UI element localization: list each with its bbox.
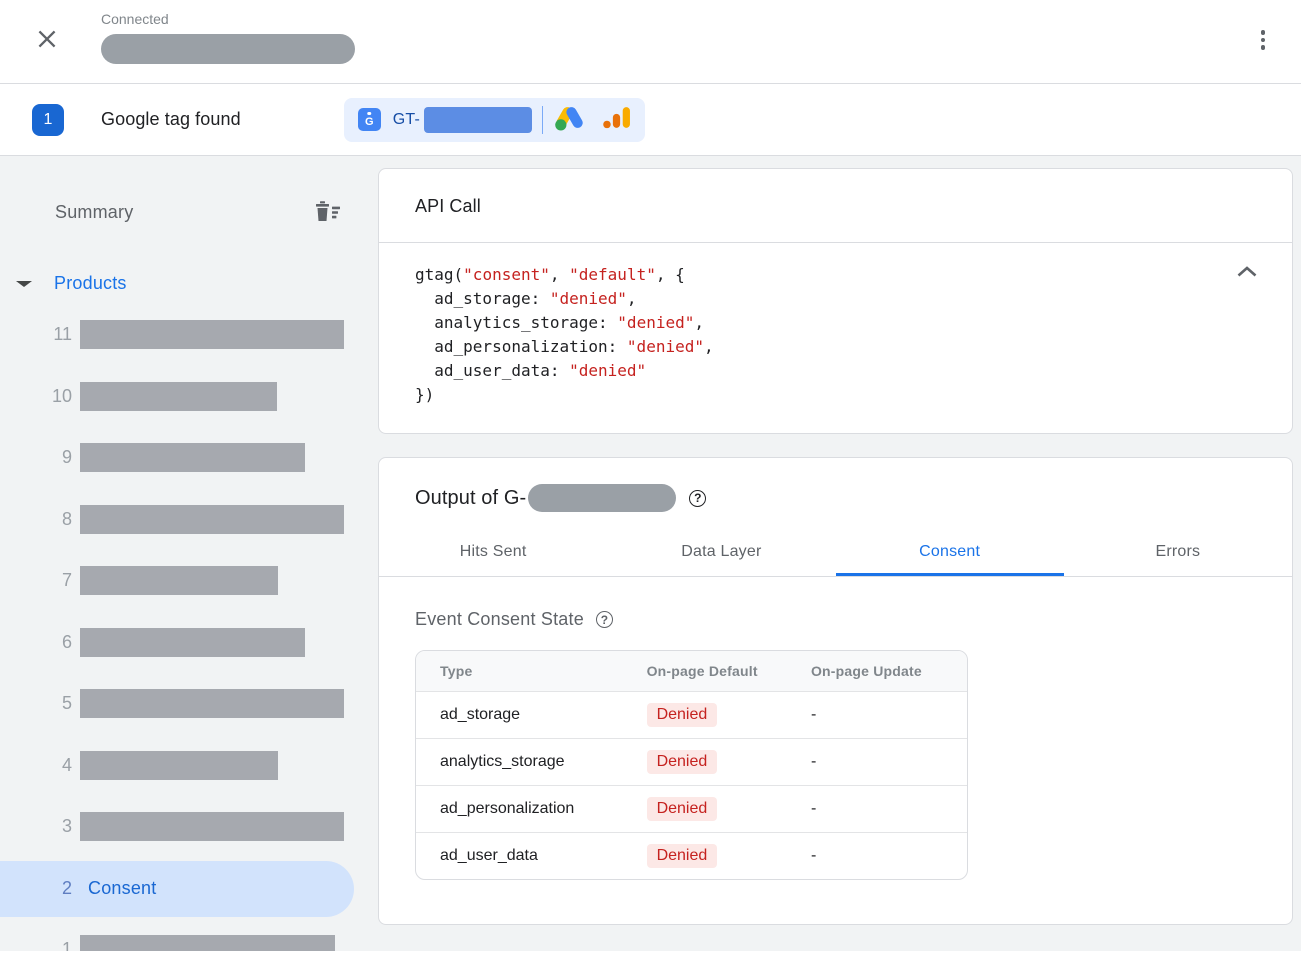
google-tag-found-title: Google tag found (101, 109, 241, 130)
redacted-label (80, 566, 278, 595)
redacted-label (80, 505, 344, 534)
sidebar-item-1[interactable]: 1 (0, 919, 378, 952)
sidebar-item-8[interactable]: 8 (0, 489, 378, 551)
help-icon: ? (601, 614, 608, 626)
column-header-type: Type (416, 651, 623, 691)
consent-state-table: Type On-page Default On-page Update ad_s… (415, 650, 968, 880)
redacted-label (80, 382, 277, 411)
consent-state-help-button[interactable]: ? (596, 611, 613, 628)
redacted-label (80, 812, 344, 841)
close-icon (34, 26, 60, 55)
chevron-down-icon (16, 281, 32, 287)
tab-hits-sent[interactable]: Hits Sent (379, 528, 607, 576)
products-section-toggle[interactable]: Products (16, 273, 378, 294)
api-call-card: API Call gtag("consent", "default", { ad… (378, 168, 1293, 434)
sidebar-item-3[interactable]: 3 (0, 796, 378, 858)
sidebar-item-9[interactable]: 9 (0, 427, 378, 489)
status-badge: Denied (647, 750, 718, 774)
update-value: - (787, 832, 967, 879)
tab-errors[interactable]: Errors (1064, 528, 1292, 576)
sidebar-item-4[interactable]: 4 (0, 735, 378, 797)
sidebar-item-11[interactable]: 11 (0, 304, 378, 366)
table-header-row: Type On-page Default On-page Update (416, 651, 967, 691)
redacted-label (80, 751, 278, 780)
column-header-default: On-page Default (623, 651, 787, 691)
table-row: ad_user_data Denied - (416, 832, 967, 879)
event-consent-state-title: Event Consent State (415, 609, 584, 630)
api-call-title: API Call (379, 169, 1292, 243)
table-row: ad_personalization Denied - (416, 785, 967, 832)
consent-type: ad_personalization (416, 785, 623, 832)
consent-type: ad_user_data (416, 832, 623, 879)
step-number-badge: 1 (32, 104, 64, 136)
redacted-label (80, 935, 335, 951)
status-badge: Denied (647, 703, 718, 727)
products-list: 11 10 9 8 7 6 (0, 304, 378, 951)
consent-type: ad_storage (416, 691, 623, 738)
sidebar-item-6[interactable]: 6 (0, 612, 378, 674)
content-area: Summary Products 1 (0, 156, 1301, 951)
table-row: analytics_storage Denied - (416, 738, 967, 785)
output-card: Output of G- ? Hits Sent Data Layer Cons… (378, 457, 1293, 925)
redacted-label (80, 443, 305, 472)
tab-consent[interactable]: Consent (836, 528, 1064, 576)
update-value: - (787, 785, 967, 832)
update-value: - (787, 738, 967, 785)
close-button[interactable] (33, 26, 61, 54)
output-tabs: Hits Sent Data Layer Consent Errors (379, 528, 1292, 577)
redacted-label (80, 689, 344, 718)
output-title: Output of G- (415, 487, 526, 510)
update-value: - (787, 691, 967, 738)
sidebar-item-consent[interactable]: 2 Consent (0, 861, 354, 917)
table-row: ad_storage Denied - (416, 691, 967, 738)
column-header-update: On-page Update (787, 651, 967, 691)
redacted-label (80, 628, 305, 657)
sidebar-item-7[interactable]: 7 (0, 550, 378, 612)
delete-sweep-icon (312, 198, 342, 227)
google-tag-chip[interactable]: G GT- (344, 98, 645, 142)
sidebar: Summary Products 1 (0, 156, 378, 951)
redacted-label (80, 320, 344, 349)
chip-divider (542, 106, 543, 134)
chevron-up-icon (1236, 266, 1258, 281)
status-badge: Denied (647, 797, 718, 821)
status-badge: Denied (647, 844, 718, 868)
consent-tab-panel: Event Consent State ? Type On-page Defau… (379, 577, 1292, 924)
clear-summary-button[interactable] (312, 198, 342, 227)
consent-type: analytics_storage (416, 738, 623, 785)
connected-url-redacted (101, 34, 355, 64)
top-bar: Connected (0, 0, 1301, 84)
more-options-button[interactable] (1249, 26, 1277, 54)
tag-id-redacted (424, 107, 532, 133)
tab-data-layer[interactable]: Data Layer (607, 528, 835, 576)
sidebar-item-5[interactable]: 5 (0, 673, 378, 735)
sidebar-item-10[interactable]: 10 (0, 366, 378, 428)
connection-status: Connected (101, 11, 355, 27)
measurement-id-redacted (528, 484, 676, 512)
products-label: Products (54, 273, 127, 294)
tag-id-prefix: GT- (393, 111, 420, 129)
google-ads-icon (553, 104, 586, 136)
consent-item-label: Consent (88, 878, 156, 899)
api-call-code: gtag("consent", "default", { ad_storage:… (415, 263, 1220, 407)
google-tag-row: 1 Google tag found G GT- (0, 84, 1301, 156)
kebab-menu-icon (1261, 30, 1266, 50)
collapse-button[interactable] (1232, 261, 1262, 285)
google-analytics-icon (602, 105, 631, 135)
google-tag-icon: G (358, 108, 381, 131)
main-panel: API Call gtag("consent", "default", { ad… (378, 156, 1301, 951)
summary-label: Summary (55, 202, 133, 223)
help-icon: ? (694, 492, 701, 504)
output-help-button[interactable]: ? (689, 490, 706, 507)
